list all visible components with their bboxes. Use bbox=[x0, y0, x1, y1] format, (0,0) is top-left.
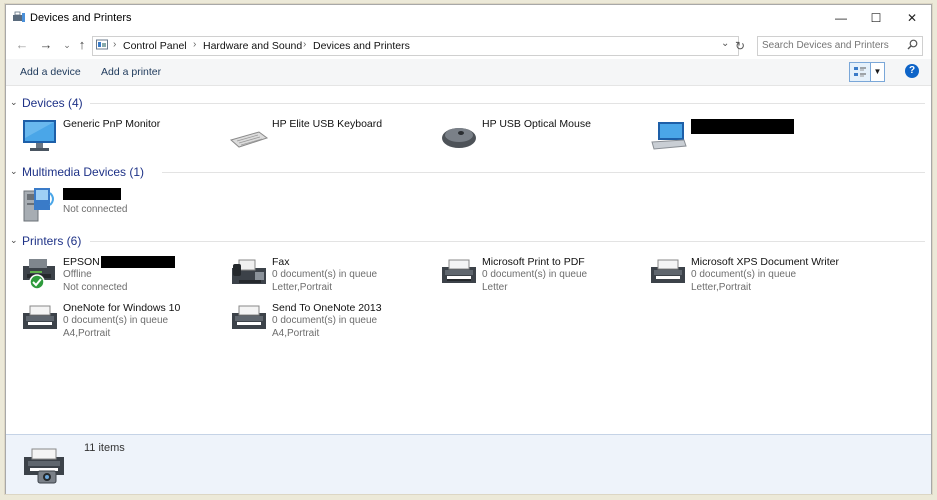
title-bar: Devices and Printers — ☐ ✕ bbox=[6, 5, 931, 31]
item-name: HP Elite USB Keyboard bbox=[272, 118, 383, 130]
breadcrumb-separator: › bbox=[303, 39, 307, 50]
item-status: 0 document(s) in queue bbox=[482, 269, 588, 280]
control-panel-icon bbox=[96, 39, 108, 50]
item-name: Generic PnP Monitor bbox=[63, 118, 161, 130]
breadcrumb-separator: › bbox=[113, 39, 117, 50]
breadcrumb-separator: › bbox=[193, 39, 197, 50]
redacted-label bbox=[63, 188, 121, 200]
redacted-label bbox=[100, 256, 175, 269]
item-status: 0 document(s) in queue bbox=[63, 315, 169, 326]
breadcrumb-devices-and-printers[interactable]: Devices and Printers bbox=[313, 40, 410, 52]
items-view: ⌄ Devices (4) Generic PnP Monitor HP Eli… bbox=[6, 86, 931, 434]
item-detail: Not connected bbox=[63, 282, 128, 293]
printer-item[interactable]: OneNote for Windows 10 0 document(s) in … bbox=[20, 300, 225, 344]
up-button[interactable]: ↑ bbox=[74, 37, 90, 53]
device-item[interactable]: Generic PnP Monitor bbox=[20, 116, 225, 160]
media-device-icon bbox=[23, 188, 54, 222]
device-item[interactable]: HP Elite USB Keyboard bbox=[229, 116, 434, 160]
item-detail: Letter,Portrait bbox=[272, 282, 333, 293]
devices-and-printers-window: Devices and Printers — ☐ ✕ ← → ⌄ ↑ › Con… bbox=[5, 4, 932, 494]
details-pane: 11 items bbox=[6, 434, 931, 494]
breadcrumb-control-panel[interactable]: Control Panel bbox=[123, 40, 187, 52]
item-status: Offline bbox=[63, 269, 92, 280]
address-dropdown-button[interactable]: ⌄ bbox=[721, 38, 729, 49]
item-name: Microsoft Print to PDF bbox=[482, 256, 585, 268]
group-title: Multimedia Devices (1) bbox=[22, 165, 145, 179]
close-button[interactable]: ✕ bbox=[894, 5, 930, 31]
printer-icon bbox=[442, 259, 476, 283]
fax-icon bbox=[232, 259, 266, 284]
recent-locations-button[interactable]: ⌄ bbox=[59, 37, 75, 53]
keyboard-icon bbox=[229, 131, 269, 148]
maximize-button[interactable]: ☐ bbox=[858, 5, 894, 31]
mouse-icon bbox=[442, 128, 476, 148]
redacted-label bbox=[691, 119, 794, 134]
group-devices-header[interactable]: ⌄ Devices (4) bbox=[10, 94, 925, 112]
item-status: 0 document(s) in queue bbox=[272, 315, 378, 326]
group-title: Printers (6) bbox=[22, 234, 82, 248]
group-divider bbox=[90, 241, 925, 242]
help-button[interactable]: ? bbox=[905, 64, 919, 78]
change-view-button[interactable] bbox=[849, 62, 871, 82]
printer-icon bbox=[651, 259, 685, 283]
collapse-chevron-icon[interactable]: ⌄ bbox=[10, 166, 18, 177]
group-printers-header[interactable]: ⌄ Printers (6) bbox=[10, 232, 925, 250]
group-multimedia-header[interactable]: ⌄ Multimedia Devices (1) bbox=[10, 163, 925, 181]
device-item[interactable] bbox=[648, 116, 853, 160]
item-name: Send To OneNote 2013 bbox=[272, 302, 382, 314]
minimize-button[interactable]: — bbox=[823, 5, 859, 31]
search-box[interactable] bbox=[757, 36, 923, 56]
item-count: 11 items bbox=[84, 442, 125, 454]
printer-item[interactable]: EPSON Offline Not connected bbox=[20, 254, 225, 298]
laptop-icon bbox=[651, 122, 687, 150]
camera-printer-icon bbox=[24, 448, 64, 484]
address-path[interactable]: › Control Panel › Hardware and Sound › D… bbox=[92, 36, 739, 56]
multimedia-item[interactable]: Not connected bbox=[20, 185, 225, 229]
back-button[interactable]: ← bbox=[14, 37, 30, 53]
default-printer-icon bbox=[23, 259, 55, 290]
monitor-icon bbox=[23, 120, 56, 151]
devices-printers-app-icon bbox=[13, 11, 25, 22]
search-icon[interactable] bbox=[907, 39, 918, 50]
device-item[interactable]: HP USB Optical Mouse bbox=[439, 116, 644, 160]
view-options-dropdown[interactable]: ▼ bbox=[870, 62, 885, 82]
forward-button[interactable]: → bbox=[38, 37, 54, 53]
add-device-button[interactable]: Add a device bbox=[20, 66, 81, 78]
group-divider bbox=[162, 172, 925, 173]
add-printer-button[interactable]: Add a printer bbox=[101, 66, 161, 78]
item-status: 0 document(s) in queue bbox=[691, 269, 797, 280]
item-detail: Letter,Portrait bbox=[691, 282, 752, 293]
printer-item[interactable]: Microsoft XPS Document Writer 0 document… bbox=[648, 254, 853, 298]
item-detail: A4,Portrait bbox=[63, 328, 111, 339]
printer-item[interactable]: Fax 0 document(s) in queue Letter,Portra… bbox=[229, 254, 434, 298]
item-name: Fax bbox=[272, 256, 290, 268]
command-bar: Add a device Add a printer ▼ ? bbox=[6, 59, 931, 86]
breadcrumb-hardware-and-sound[interactable]: Hardware and Sound bbox=[203, 40, 302, 52]
group-divider bbox=[90, 103, 925, 104]
item-detail: A4,Portrait bbox=[272, 328, 320, 339]
refresh-button[interactable]: ↻ bbox=[732, 38, 748, 54]
address-bar-row: ← → ⌄ ↑ › Control Panel › Hardware and S… bbox=[6, 33, 931, 59]
printer-item[interactable]: Send To OneNote 2013 0 document(s) in qu… bbox=[229, 300, 434, 344]
item-name: EPSON bbox=[63, 256, 175, 269]
item-name: Microsoft XPS Document Writer bbox=[691, 256, 840, 268]
item-status: Not connected bbox=[63, 204, 128, 215]
item-detail: Letter bbox=[482, 282, 508, 293]
collapse-chevron-icon[interactable]: ⌄ bbox=[10, 235, 18, 246]
item-status: 0 document(s) in queue bbox=[272, 269, 378, 280]
window-title: Devices and Printers bbox=[30, 12, 132, 24]
printer-item[interactable]: Microsoft Print to PDF 0 document(s) in … bbox=[439, 254, 644, 298]
view-tiles-icon bbox=[854, 67, 866, 77]
printer-icon bbox=[23, 305, 57, 329]
printer-icon bbox=[232, 305, 266, 329]
item-name: HP USB Optical Mouse bbox=[482, 118, 591, 130]
group-title: Devices (4) bbox=[22, 96, 83, 110]
collapse-chevron-icon[interactable]: ⌄ bbox=[10, 97, 18, 108]
item-name: OneNote for Windows 10 bbox=[63, 302, 181, 314]
search-input[interactable] bbox=[762, 38, 902, 52]
